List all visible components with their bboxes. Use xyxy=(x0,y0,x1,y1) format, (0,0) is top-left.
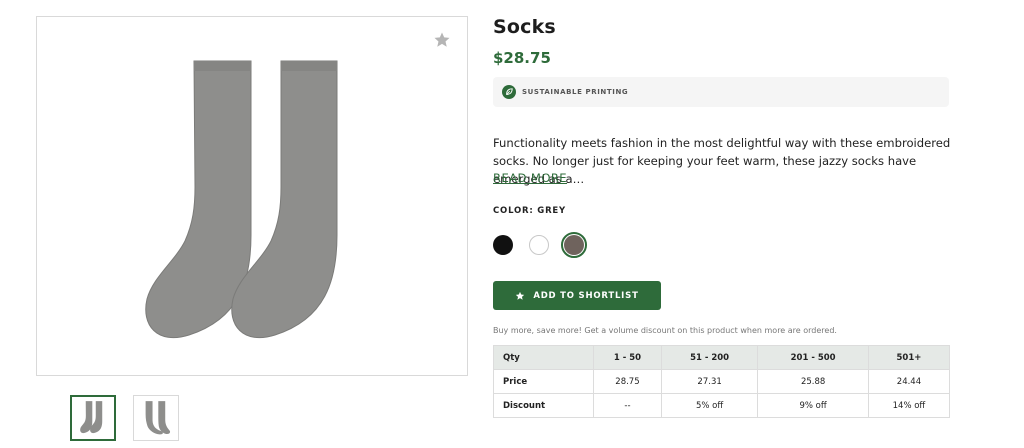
row-label: Discount xyxy=(493,393,594,418)
header-cell: 201 - 500 xyxy=(757,345,869,370)
header-cell: 51 - 200 xyxy=(660,345,759,370)
table-cell: 25.88 xyxy=(757,369,869,394)
table-cell: 5% off xyxy=(660,393,759,418)
socks-image xyxy=(145,60,338,339)
add-to-shortlist-button[interactable]: ADD TO SHORTLIST xyxy=(493,281,661,310)
header-cell: 1 - 50 xyxy=(593,345,662,370)
favorite-star-icon[interactable] xyxy=(431,29,453,51)
row-label: Price xyxy=(493,369,594,394)
table-row: Discount -- 5% off 9% off 14% off xyxy=(493,393,951,418)
sock-thumbnail-icon xyxy=(145,401,171,435)
swatch-black[interactable] xyxy=(493,235,513,255)
table-cell: 14% off xyxy=(867,393,951,418)
table-cell: 9% off xyxy=(757,393,869,418)
header-cell: Qty xyxy=(493,345,594,370)
volume-discount-note: Buy more, save more! Get a volume discou… xyxy=(493,326,837,335)
product-main-image[interactable] xyxy=(36,16,468,376)
star-icon xyxy=(516,291,525,300)
thumbnail-1[interactable] xyxy=(70,395,116,441)
product-title: Socks xyxy=(493,16,556,38)
table-row: Price 28.75 27.31 25.88 24.44 xyxy=(493,369,951,394)
table-cell: 27.31 xyxy=(660,369,759,394)
sock-thumbnail-icon xyxy=(80,401,103,434)
badge-label: SUSTAINABLE PRINTING xyxy=(522,88,629,96)
product-price: $28.75 xyxy=(493,49,551,67)
shortlist-label: ADD TO SHORTLIST xyxy=(533,290,639,301)
table-header-row: Qty 1 - 50 51 - 200 201 - 500 501+ xyxy=(493,345,951,370)
table-cell: 24.44 xyxy=(867,369,951,394)
swatch-grey[interactable] xyxy=(564,235,584,255)
table-cell: 28.75 xyxy=(593,369,662,394)
header-cell: 501+ xyxy=(867,345,951,370)
table-cell: -- xyxy=(593,393,662,418)
color-label: COLOR: GREY xyxy=(493,206,566,216)
read-more-link[interactable]: READ MORE xyxy=(493,171,567,185)
swatch-white[interactable] xyxy=(529,235,549,255)
volume-discount-table: Qty 1 - 50 51 - 200 201 - 500 501+ Price… xyxy=(493,345,951,418)
sustainable-badge: SUSTAINABLE PRINTING xyxy=(493,77,949,107)
leaf-icon xyxy=(502,85,516,99)
thumbnail-2[interactable] xyxy=(133,395,179,441)
